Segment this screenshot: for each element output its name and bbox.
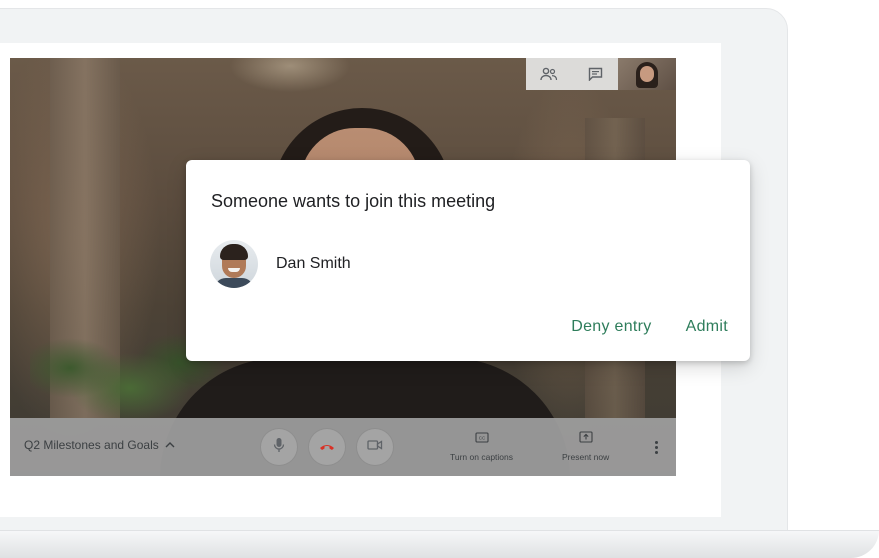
present-icon (579, 430, 593, 448)
meeting-title: Q2 Milestones and Goals (24, 438, 159, 452)
present-button[interactable]: Present now (562, 430, 609, 462)
chat-icon[interactable] (572, 58, 618, 90)
chevron-up-icon (165, 440, 175, 451)
self-view-thumbnail[interactable] (618, 58, 676, 90)
dialog-actions: Deny entry Admit (571, 318, 728, 336)
camera-icon (367, 438, 383, 456)
svg-text:CC: CC (478, 436, 485, 441)
captions-icon: CC (474, 430, 489, 448)
people-icon[interactable] (526, 58, 572, 90)
hangup-button[interactable] (308, 428, 346, 466)
captions-label: Turn on captions (450, 452, 513, 462)
more-vert-icon[interactable] (648, 436, 664, 458)
admit-button[interactable]: Admit (686, 318, 728, 336)
call-controls (260, 428, 394, 466)
requester-name: Dan Smith (276, 255, 351, 272)
hangup-icon (319, 438, 335, 456)
requester-row: Dan Smith (210, 240, 351, 288)
dialog-title: Someone wants to join this meeting (211, 191, 496, 211)
camera-button[interactable] (356, 428, 394, 466)
deny-entry-button[interactable]: Deny entry (571, 318, 651, 336)
avatar (210, 240, 258, 288)
microphone-icon (273, 437, 285, 458)
join-request-dialog: Someone wants to join this meeting Dan S… (186, 160, 750, 361)
microphone-button[interactable] (260, 428, 298, 466)
captions-button[interactable]: CC Turn on captions (450, 430, 513, 462)
bottom-toolbar: Q2 Milestones and Goals CC Turn on capti… (10, 418, 676, 476)
present-label: Present now (562, 452, 610, 462)
meeting-details-button[interactable]: Q2 Milestones and Goals (24, 438, 175, 452)
top-toolbar (526, 58, 676, 90)
laptop-base (0, 530, 879, 558)
